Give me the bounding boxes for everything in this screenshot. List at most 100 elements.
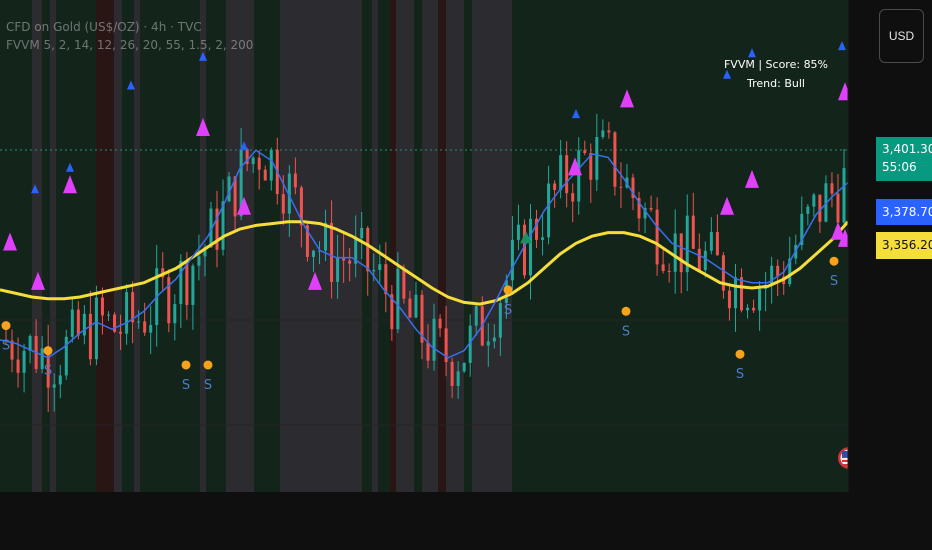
zone-neutral [446, 0, 464, 492]
candle-body [119, 331, 123, 334]
candle-body [64, 336, 68, 376]
zone-neutral [396, 0, 414, 492]
zone-bear [96, 0, 114, 492]
candle-body [456, 371, 460, 386]
candle-body [311, 250, 315, 257]
symbol-title: CFD on Gold (US$/OZ) · 4h · TVC [6, 20, 202, 34]
candle-body [82, 313, 86, 336]
candle-body [58, 375, 62, 385]
info-score: FVVM | Score: 85% [723, 58, 829, 71]
zone-neutral [134, 0, 140, 492]
candle-body [752, 307, 756, 311]
candle-body [137, 321, 141, 323]
candle-body [553, 183, 557, 191]
currency-button[interactable]: USD [879, 9, 924, 63]
zone-neutral [32, 0, 42, 492]
candle-body [601, 130, 605, 138]
candle-body [619, 186, 623, 188]
candle-body [396, 268, 400, 330]
last-price-value: 3,401.300 [882, 142, 932, 156]
candle-body [758, 288, 762, 311]
s-label: S [44, 364, 52, 379]
candle-body [414, 294, 418, 318]
signal-dot [829, 256, 839, 266]
candle-body [378, 264, 382, 270]
candle-body [595, 137, 599, 180]
zone-neutral [226, 0, 254, 492]
candle-body [402, 268, 406, 299]
signal-dot [181, 360, 191, 370]
zone-neutral [422, 0, 438, 492]
candle-body [438, 318, 442, 329]
countdown-value: 55:06 [882, 160, 917, 174]
candle-body [450, 361, 454, 386]
candle-body [366, 227, 370, 272]
candle-body [372, 269, 376, 272]
candle-body [541, 237, 545, 240]
candle-body [510, 239, 514, 281]
candle-body [408, 298, 412, 318]
zone-neutral [472, 0, 512, 492]
zone-neutral [372, 0, 378, 492]
candle-body [52, 384, 56, 388]
fast-ma-tag: 3,378.705 [876, 199, 932, 225]
candle-body [432, 318, 436, 361]
signal-dot [1, 321, 11, 331]
candle-body [173, 304, 177, 324]
candle-body [474, 306, 478, 326]
s-label: S [622, 324, 630, 339]
candle-body [426, 342, 430, 361]
s-label: S [182, 378, 190, 393]
candle-body [709, 232, 713, 251]
candle-body [143, 321, 147, 333]
candle-body [691, 215, 695, 249]
candle-body [721, 255, 725, 291]
candle-body [330, 222, 334, 282]
candle-body [251, 157, 255, 165]
candle-body [125, 292, 129, 334]
candle-body [498, 303, 502, 338]
slow-ma-tag: 3,356.208 [876, 232, 932, 259]
candle-body [661, 264, 665, 271]
candle-body [516, 224, 520, 240]
candle-body [492, 337, 496, 342]
zone-neutral [114, 0, 122, 492]
s-label: S [204, 378, 212, 393]
candle-body [263, 169, 267, 181]
candle-body [88, 313, 92, 360]
candle-body [462, 362, 466, 372]
candle-body [607, 130, 611, 133]
candle-body [336, 257, 340, 282]
candle-body [547, 183, 551, 238]
candle-body [649, 207, 653, 210]
candle-body [22, 350, 26, 373]
candle-body [667, 270, 671, 272]
candle-body [733, 277, 737, 309]
zone-bear [438, 0, 446, 492]
candle-body [806, 206, 810, 214]
candle-body [486, 341, 490, 346]
candle-body [830, 183, 834, 194]
signal-dot [621, 306, 631, 316]
candle-body [703, 250, 707, 271]
candle-body [577, 150, 581, 202]
candle-body [770, 265, 774, 286]
candle-body [697, 248, 701, 271]
candle-body [197, 256, 201, 266]
candle-body [613, 132, 617, 187]
candle-body [94, 297, 98, 360]
candle-body [191, 265, 195, 305]
candle-body [679, 233, 683, 273]
candle-body [715, 232, 719, 256]
signal-dot [503, 285, 513, 295]
zone-neutral [50, 0, 56, 492]
candle-body [149, 325, 153, 333]
candle-body [727, 290, 731, 309]
info-box: FVVM | Score: 85% Trend: Bull [716, 58, 836, 90]
candle-body [360, 227, 364, 239]
zone-bull [254, 0, 268, 492]
zone-bull [42, 0, 50, 492]
candle-body [559, 155, 563, 191]
info-trend: Trend: Bull [747, 77, 805, 90]
candle-body [293, 173, 297, 188]
